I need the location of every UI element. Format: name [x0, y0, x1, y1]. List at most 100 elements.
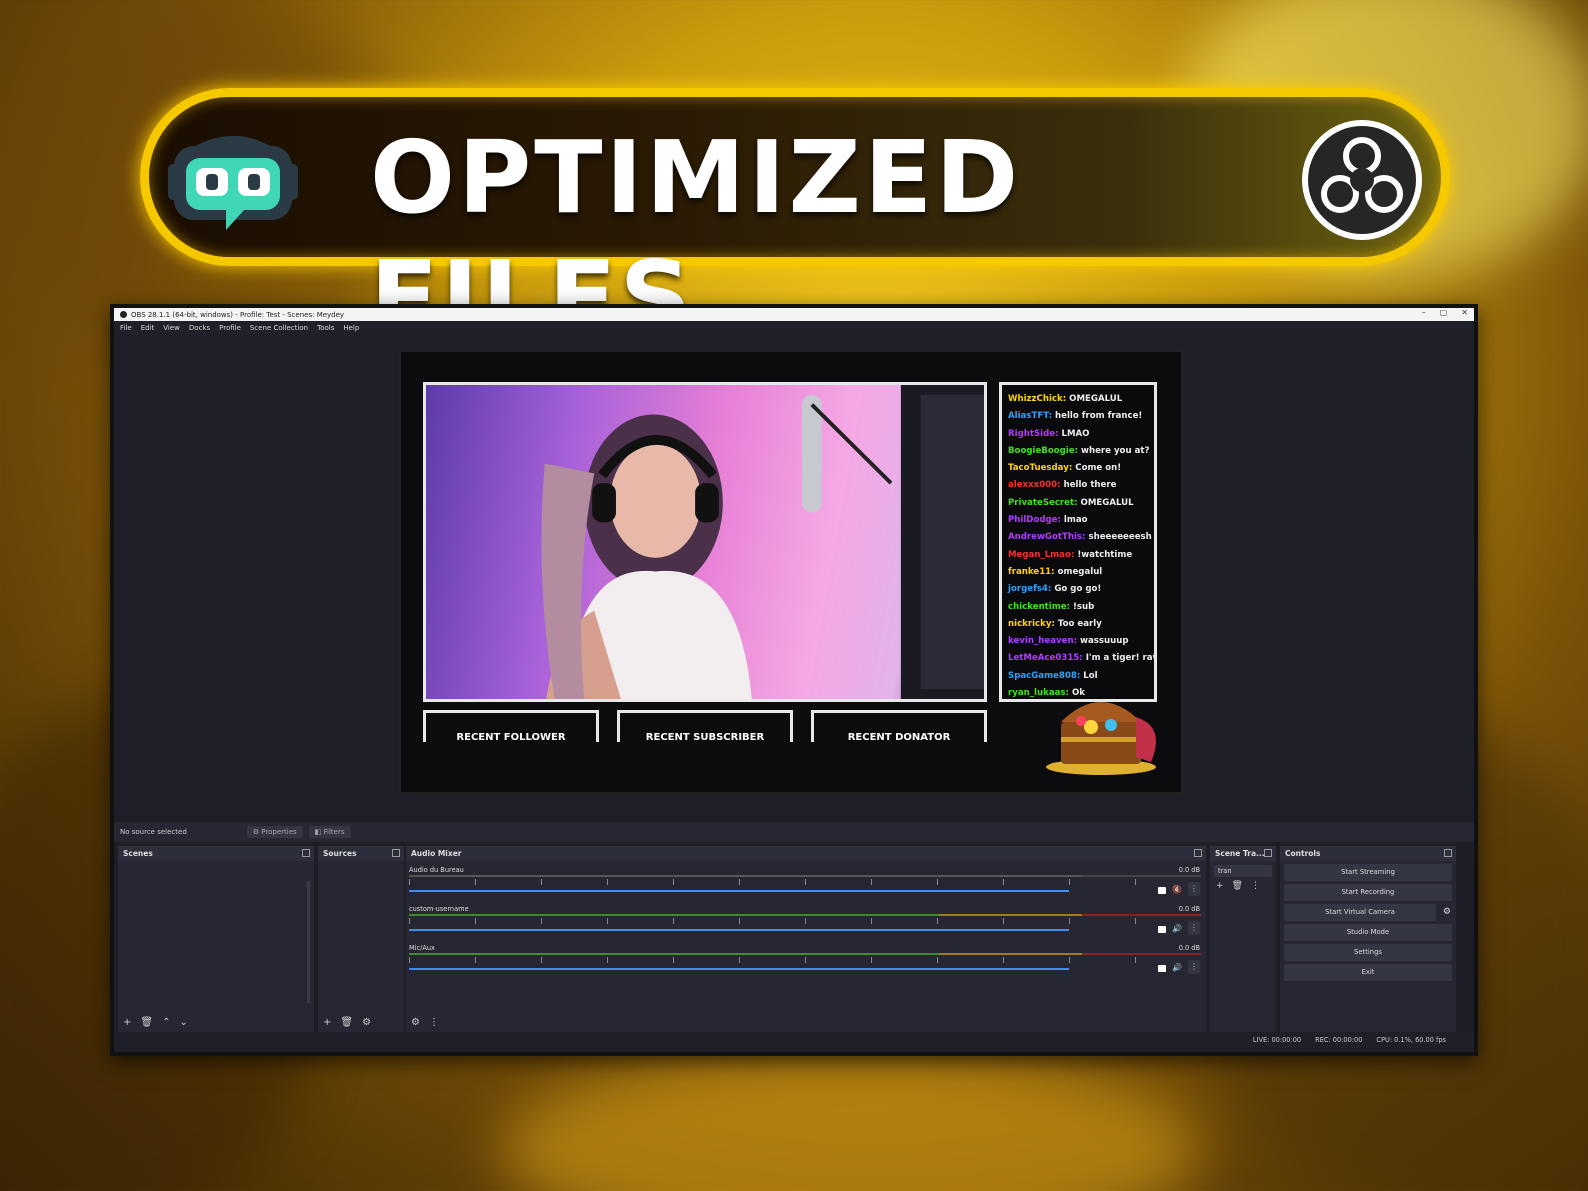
move-up-icon[interactable]: ⌃: [162, 1017, 170, 1028]
menu-docks[interactable]: Docks: [189, 324, 210, 332]
add-scene-icon[interactable]: +: [123, 1017, 131, 1028]
control-start-streaming-button[interactable]: Start Streaming: [1284, 864, 1452, 881]
chat-username: kevin_heaven: [1008, 636, 1074, 647]
chat-username: nickricky: [1008, 618, 1052, 629]
control-studio-mode-button[interactable]: Studio Mode: [1284, 924, 1452, 941]
chat-message: OMEGALUL: [1069, 394, 1123, 404]
obs-logo-icon: [1300, 118, 1424, 242]
control-buttons: Start Streaming Start Recording Start Virt…: [1280, 864, 1456, 981]
chat-line: kevin_heaven: wassuuup: [1008, 633, 1148, 650]
chat-message: sheeeeeeesh: [1088, 532, 1152, 543]
undock-icon[interactable]: [302, 849, 310, 857]
mute-icon[interactable]: 🔇: [1172, 885, 1182, 894]
speaker-icon[interactable]: 🔊: [1172, 924, 1182, 933]
chat-line: WhizzChick: OMEGALUL: [1008, 391, 1148, 408]
menu-help[interactable]: Help: [343, 324, 359, 332]
minimize-button[interactable]: –: [1422, 308, 1426, 317]
undock-icon[interactable]: [392, 849, 400, 857]
chat-username: Megan_Lmao: [1008, 549, 1071, 560]
close-button[interactable]: ✕: [1461, 308, 1468, 317]
volume-slider[interactable]: [409, 968, 1070, 970]
chat-line: franke11: omegalul: [1008, 564, 1148, 581]
menu-scene-collection[interactable]: Scene Collection: [250, 324, 308, 332]
meter-ticks: [409, 879, 1201, 885]
menu-bar: File Edit View Docks Profile Scene Colle…: [114, 321, 1474, 334]
chat-username: WhizzChick: [1008, 394, 1063, 404]
scenes-header: Scenes: [118, 847, 314, 861]
streamlabs-logo-icon: [166, 124, 300, 236]
control-start-virtual-camera-button[interactable]: Start Virtual Camera ⚙: [1284, 904, 1451, 921]
chat-message: I'm a tiger! rawr!: [1085, 653, 1154, 664]
properties-button[interactable]: ⚙ Properties: [246, 826, 303, 838]
filters-button[interactable]: ◧ Filters: [308, 826, 351, 838]
remove-scene-icon[interactable]: 🗑: [140, 1017, 153, 1028]
channel-name: Mic/Aux: [409, 944, 435, 952]
source-settings-icon[interactable]: ⚙: [362, 1017, 371, 1028]
remove-source-icon[interactable]: 🗑: [340, 1017, 353, 1028]
chat-message: wassuuup: [1080, 636, 1129, 647]
undock-icon[interactable]: [1444, 849, 1452, 857]
menu-file[interactable]: File: [120, 324, 132, 332]
audio-channel: custom-username 0.0 dB 🔊 ⋮: [406, 900, 1206, 939]
remove-transition-icon[interactable]: 🗑: [1232, 881, 1243, 891]
channel-name: custom-username: [409, 905, 469, 913]
channel-menu-icon[interactable]: ⋮: [1188, 882, 1200, 896]
volume-meter: [409, 875, 1201, 877]
audio-mixer-header: Audio Mixer: [406, 847, 1206, 861]
chat-username: BoogieBoogie: [1008, 445, 1075, 456]
chat-username: jorgefs4: [1008, 584, 1048, 595]
volume-slider[interactable]: [409, 890, 1070, 892]
channel-menu-icon[interactable]: ⋮: [1188, 921, 1200, 935]
undock-icon[interactable]: [1194, 849, 1202, 857]
speaker-icon[interactable]: 🔊: [1172, 963, 1182, 972]
menu-tools[interactable]: Tools: [317, 324, 334, 332]
filters-label: Filters: [323, 828, 345, 836]
advanced-audio-icon[interactable]: ⚙: [411, 1017, 420, 1028]
menu-edit[interactable]: Edit: [141, 324, 155, 332]
scenes-scrollbar[interactable]: [307, 881, 310, 1003]
menu-view[interactable]: View: [163, 324, 180, 332]
window-title: OBS 28.1.1 (64-bit, windows) - Profile: …: [131, 310, 345, 319]
move-down-icon[interactable]: ⌄: [179, 1017, 187, 1028]
volume-slider-handle[interactable]: [1158, 887, 1166, 894]
sources-title: Sources: [323, 849, 357, 858]
rec-status: REC: 00:00:00: [1315, 1036, 1363, 1044]
chat-username: PrivateSecret: [1008, 497, 1075, 508]
volume-slider[interactable]: [409, 929, 1070, 931]
stream-preview[interactable]: WhizzChick: OMEGALUL AliasTFT: hello from…: [399, 350, 1183, 794]
window-titlebar: OBS 28.1.1 (64-bit, windows) - Profile: …: [114, 308, 1474, 321]
channel-db: 0.0 dB: [1178, 905, 1200, 913]
chat-line: Megan_Lmao: !watchtime: [1008, 547, 1148, 564]
channel-db: 0.0 dB: [1178, 944, 1200, 952]
chat-message: hello from france!: [1055, 411, 1143, 422]
control-start-recording-button[interactable]: Start Recording: [1284, 884, 1452, 901]
chat-line: BoogieBoogie: where you at?: [1008, 443, 1149, 460]
transition-select[interactable]: tran: [1214, 865, 1272, 877]
control-settings-button[interactable]: Settings: [1284, 944, 1452, 961]
chat-username: LetMeAce0315: [1008, 653, 1080, 664]
virtual-camera-settings-icon[interactable]: ⚙: [1443, 904, 1451, 921]
mixer-menu-icon[interactable]: ⋮: [429, 1017, 439, 1028]
control-exit-button[interactable]: Exit: [1284, 964, 1452, 981]
channel-name: Audio du Bureau: [409, 866, 464, 874]
transition-menu-icon[interactable]: ⋮: [1251, 881, 1260, 891]
add-source-icon[interactable]: +: [323, 1017, 331, 1028]
background-blur: [500, 1050, 1200, 1191]
audio-mixer-title: Audio Mixer: [411, 849, 462, 858]
banner-title: OPTIMIZED FILES: [370, 119, 1022, 356]
chat-username: AliasTFT: [1008, 411, 1049, 422]
treasure-chest-icon: [1041, 677, 1171, 777]
menu-profile[interactable]: Profile: [219, 324, 241, 332]
chat-line: LetMeAce0315: I'm a tiger! rawr!: [1008, 650, 1154, 667]
volume-slider-handle[interactable]: [1158, 926, 1166, 933]
chat-message: hello there: [1063, 480, 1117, 491]
undock-icon[interactable]: [1264, 849, 1272, 857]
audio-channel: Audio du Bureau 0.0 dB 🔇 ⋮: [406, 861, 1206, 900]
add-transition-icon[interactable]: +: [1216, 881, 1224, 891]
volume-slider-handle[interactable]: [1158, 965, 1166, 972]
audio-channel: Mic/Aux 0.0 dB 🔊 ⋮: [406, 939, 1206, 978]
no-source-label: No source selected: [120, 828, 187, 836]
channel-menu-icon[interactable]: ⋮: [1188, 960, 1200, 974]
maximize-button[interactable]: ▢: [1440, 308, 1448, 317]
sources-header: Sources: [318, 847, 404, 861]
